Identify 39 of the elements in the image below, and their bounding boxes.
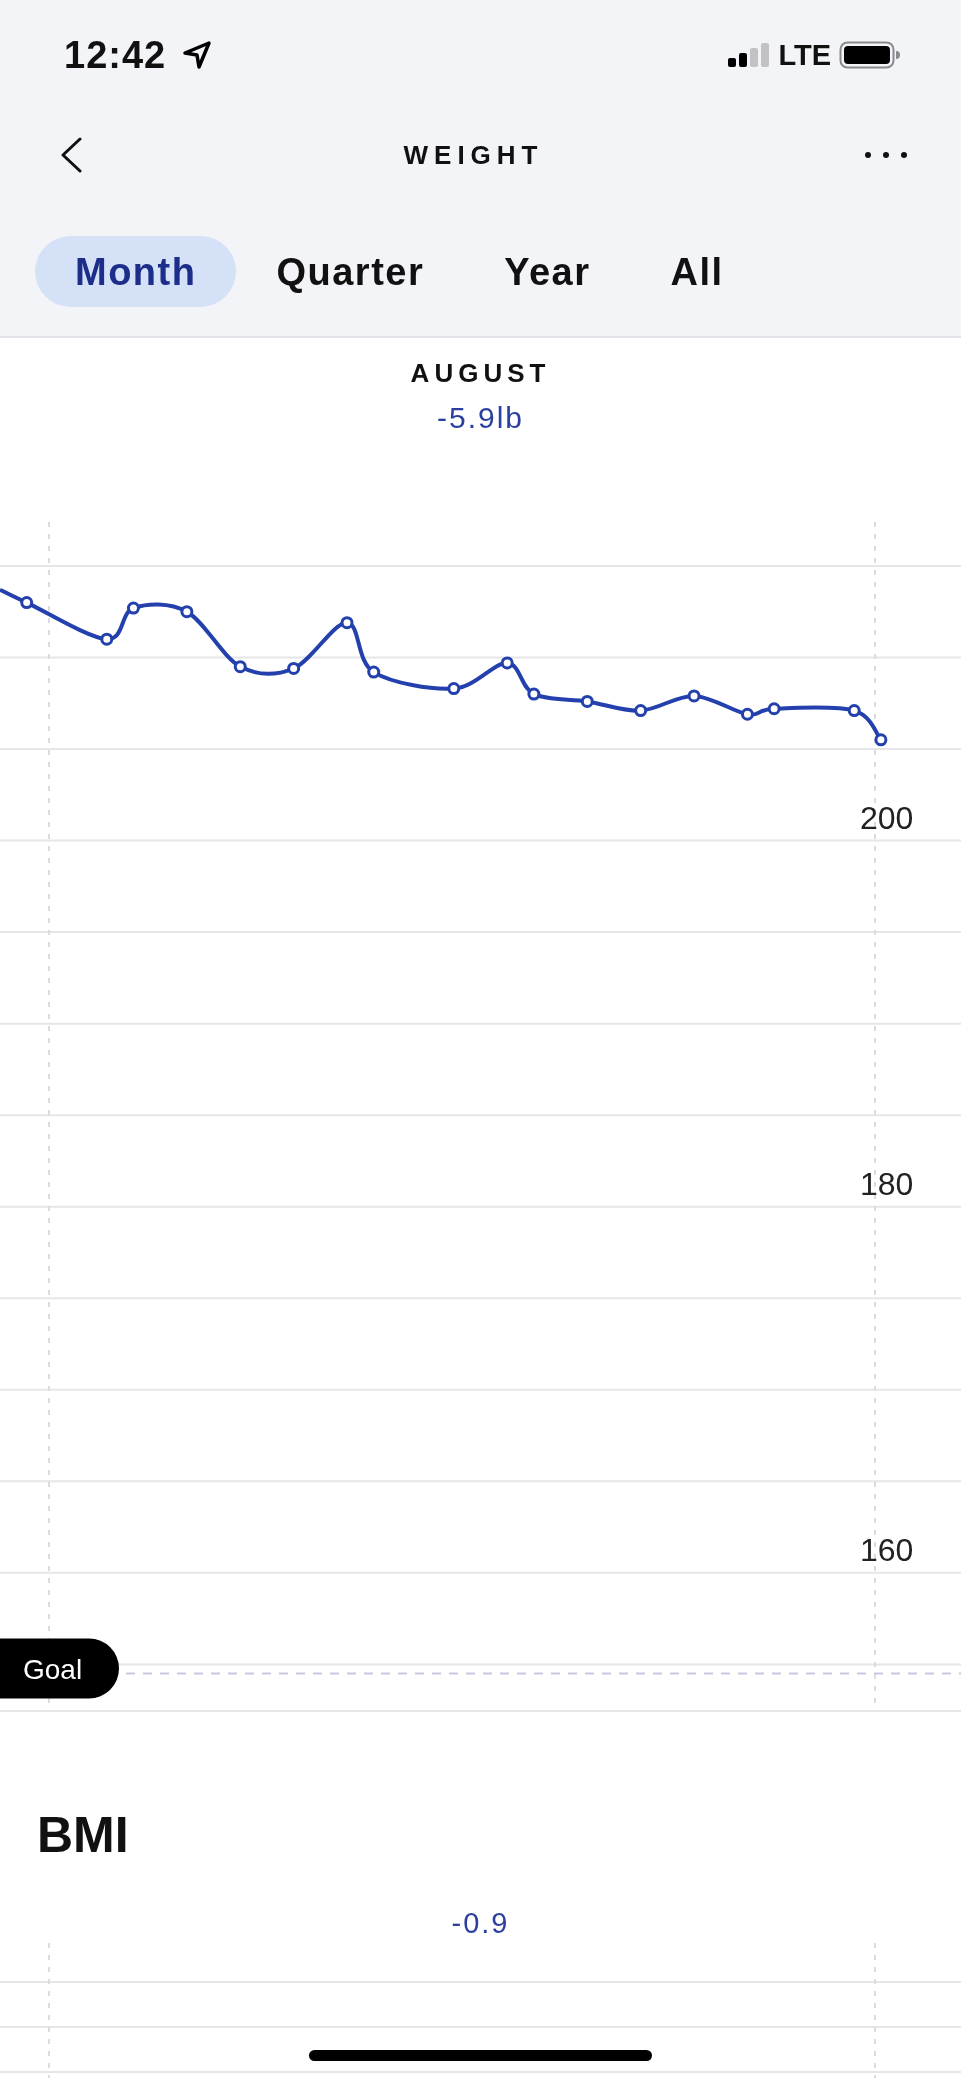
network-label: LTE — [778, 40, 831, 70]
data-point — [126, 601, 140, 615]
goal-label: Goal — [0, 1638, 119, 1699]
data-point — [740, 707, 754, 721]
location-arrow-icon — [182, 40, 213, 70]
battery-icon — [839, 41, 901, 69]
period-tab[interactable]: Quarter — [236, 236, 465, 307]
data-point — [847, 704, 861, 718]
data-point — [447, 682, 461, 696]
axis-label: 160 — [860, 1531, 914, 1568]
bmi-change: -0.9 — [451, 1906, 510, 1940]
data-point — [340, 616, 354, 630]
data-point — [580, 694, 594, 708]
period-tab[interactable]: All — [630, 236, 764, 307]
axis-label: 180 — [860, 1165, 914, 1202]
data-point — [100, 632, 114, 646]
data-point — [687, 689, 701, 703]
data-point — [874, 733, 888, 747]
more-icon — [865, 152, 907, 158]
data-point — [20, 596, 34, 610]
period-label: AUGUST — [410, 358, 551, 388]
status-time: 12:42 — [64, 36, 167, 74]
data-point — [767, 702, 781, 716]
ref-line-label: Goal — [23, 1653, 83, 1685]
data-point — [233, 660, 247, 674]
period-tab[interactable]: Month — [35, 236, 237, 307]
axis-label: 200 — [860, 799, 914, 836]
data-point — [367, 665, 381, 679]
data-point — [634, 704, 648, 718]
page-title: WEIGHT — [403, 142, 544, 168]
period-tab[interactable]: Year — [464, 236, 631, 307]
section-title: BMI — [37, 1807, 129, 1863]
signal-icon — [728, 43, 771, 67]
data-point — [287, 661, 301, 675]
chevron-left-icon — [60, 137, 82, 173]
weight-change: -5.9lb — [436, 400, 524, 436]
data-point — [500, 656, 514, 670]
data-point — [527, 687, 541, 701]
data-point — [180, 605, 194, 619]
